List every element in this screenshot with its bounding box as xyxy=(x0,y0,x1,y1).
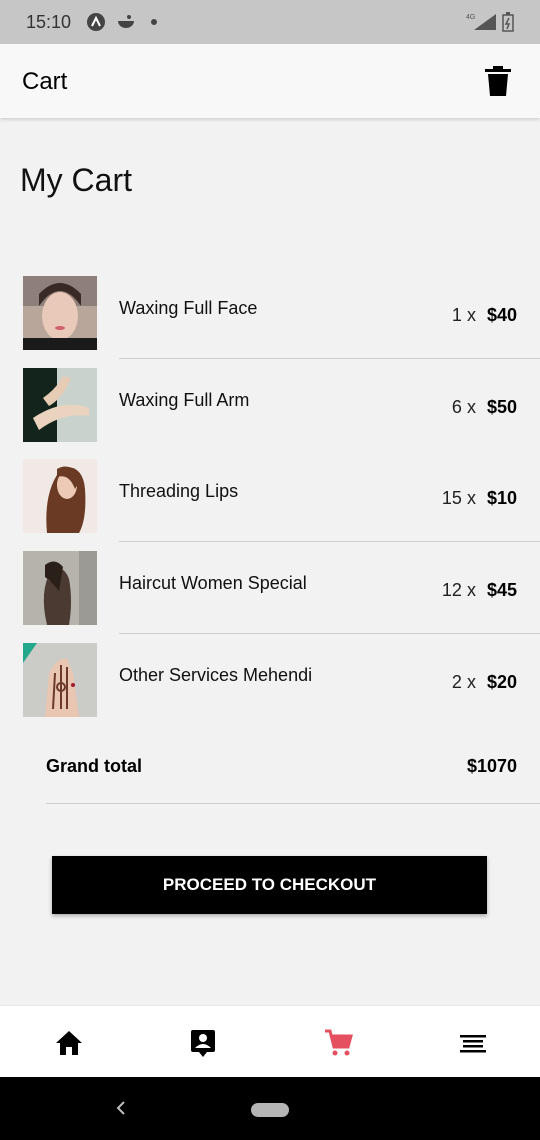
qty-separator: x xyxy=(466,672,476,692)
home-icon[interactable] xyxy=(54,1028,84,1058)
item-qty: 12 xyxy=(441,580,462,600)
divider xyxy=(119,358,540,359)
item-qty-price: 2 x $20 xyxy=(452,672,517,693)
svg-text:4G: 4G xyxy=(466,14,475,21)
contact-icon[interactable] xyxy=(188,1028,218,1058)
bottom-nav xyxy=(0,1005,540,1077)
divider xyxy=(46,803,540,804)
app-bar-title: Cart xyxy=(22,68,68,95)
item-qty-price: 6 x $50 xyxy=(452,397,517,418)
cart-item[interactable]: Haircut Women Special 12 x $45 xyxy=(0,551,540,643)
back-icon[interactable] xyxy=(114,1099,128,1117)
qty-separator: x xyxy=(466,305,476,325)
notification-app-icon xyxy=(87,13,105,31)
menu-icon[interactable] xyxy=(458,1028,488,1058)
checkout-button[interactable]: PROCEED TO CHECKOUT xyxy=(52,856,487,914)
product-image xyxy=(23,551,97,625)
item-price: $40 xyxy=(486,305,517,325)
delete-icon[interactable] xyxy=(484,66,512,96)
notification-bowl-icon xyxy=(118,15,134,28)
item-price: $50 xyxy=(486,397,517,417)
cart-item[interactable]: Waxing Full Face 1 x $40 xyxy=(0,276,540,368)
item-name: Haircut Women Special xyxy=(119,573,307,593)
item-qty: 1 xyxy=(451,305,462,325)
item-name: Other Services Mehendi xyxy=(119,665,313,685)
item-price: $45 xyxy=(486,580,517,600)
qty-separator: x xyxy=(466,397,476,417)
divider xyxy=(119,633,540,634)
page-title: My Cart xyxy=(20,162,132,198)
qty-separator: x xyxy=(466,488,476,508)
cart-item[interactable]: Threading Lips 15 x $10 xyxy=(0,459,540,551)
item-qty: 15 xyxy=(441,488,462,508)
product-image xyxy=(23,276,97,350)
product-image xyxy=(23,459,97,533)
product-image xyxy=(23,643,97,717)
system-nav-bar xyxy=(0,1077,540,1140)
cart-icon[interactable] xyxy=(323,1028,353,1058)
item-name: Threading Lips xyxy=(119,481,239,501)
status-time: 15:10 xyxy=(26,12,72,32)
qty-separator: x xyxy=(466,580,476,600)
divider xyxy=(119,541,540,542)
item-price: $20 xyxy=(486,672,517,692)
item-qty-price: 1 x $40 xyxy=(452,305,517,326)
item-price: $10 xyxy=(486,488,517,508)
notification-dot-icon xyxy=(151,19,157,25)
item-qty: 2 xyxy=(451,672,462,692)
signal-icon: 4G xyxy=(466,14,496,30)
item-name: Waxing Full Arm xyxy=(119,390,250,410)
grand-total-label: Grand total xyxy=(46,756,143,776)
app-bar: Cart xyxy=(0,44,540,118)
product-image xyxy=(23,368,97,442)
status-bar: 15:10 4G xyxy=(0,0,540,44)
grand-total-value: $1070 xyxy=(466,756,517,776)
battery-icon xyxy=(502,12,514,32)
item-qty-price: 12 x $45 xyxy=(442,580,517,601)
cart-item[interactable]: Other Services Mehendi 2 x $20 xyxy=(0,643,540,735)
item-qty-price: 15 x $10 xyxy=(442,488,517,509)
cart-item[interactable]: Waxing Full Arm 6 x $50 xyxy=(0,368,540,460)
home-pill[interactable] xyxy=(251,1103,289,1117)
item-name: Waxing Full Face xyxy=(119,298,258,318)
item-qty: 6 xyxy=(451,397,462,417)
